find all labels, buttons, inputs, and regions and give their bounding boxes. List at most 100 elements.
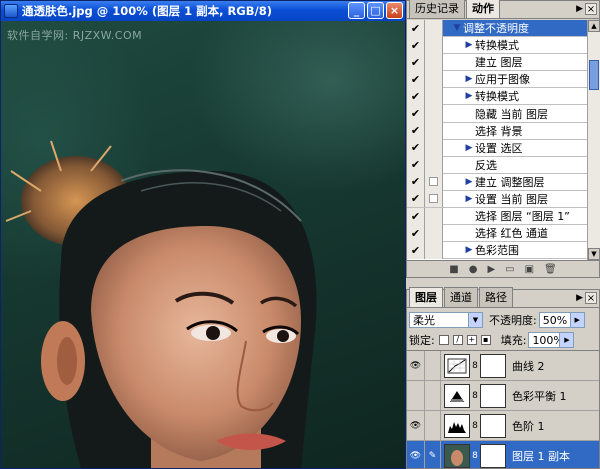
link-slot[interactable] [425,410,441,441]
checkmark-icon[interactable]: ✔ [407,105,425,123]
chain-link-icon[interactable]: 8 [470,421,480,431]
lock-image-icon[interactable]: / [452,335,463,345]
visibility-eye-icon[interactable]: 👁 [407,440,425,468]
checkmark-icon[interactable]: ✔ [407,70,425,88]
action-item[interactable]: ✔ ▶ 色彩范围 [407,241,587,260]
checkmark-icon[interactable]: ✔ [407,20,425,37]
checkmark-icon[interactable]: ✔ [407,156,425,174]
dialog-toggle-icon[interactable] [425,207,443,225]
actions-scrollbar[interactable]: ▲ ▼ [587,20,600,260]
record-icon[interactable]: ● [469,264,478,275]
action-item[interactable]: ✔ 选择 背景 [407,122,587,140]
checkmark-icon[interactable]: ✔ [407,207,425,225]
new-action-icon[interactable]: ▣ [525,264,534,275]
action-item[interactable]: ✔ ▶ 建立 调整图层 [407,173,587,191]
visibility-eye-icon[interactable]: 👁 [407,351,425,381]
action-item[interactable]: ✔ ▶ 设置 选区 [407,139,587,157]
checkmark-icon[interactable]: ✔ [407,122,425,140]
scroll-thumb[interactable] [589,60,599,90]
layer-row[interactable]: 8 色彩平衡 1 [407,380,599,411]
action-item[interactable]: ✔ ▶ 转换模式 [407,87,587,106]
checkmark-icon[interactable]: ✔ [407,190,425,208]
action-item[interactable]: ✔ 选择 图层 “图层 1” [407,207,587,226]
tab-channels[interactable]: 通道 [444,287,478,307]
dialog-toggle-icon[interactable] [425,139,443,157]
visibility-eye-icon[interactable]: 👁 [407,410,425,441]
dialog-toggle-icon[interactable] [425,122,443,140]
dialog-toggle-icon[interactable] [425,70,443,88]
maximize-button[interactable]: □ [367,2,384,19]
document-title-bar[interactable]: 通透肤色.jpg @ 100% (图层 1 副本, RGB/8) _ □ × [1,1,405,21]
dialog-toggle-icon[interactable] [425,156,443,174]
action-item[interactable]: ✔ 建立 图层 [407,53,587,72]
checkmark-icon[interactable]: ✔ [407,173,425,191]
dialog-toggle-icon[interactable] [425,190,443,208]
checkmark-icon[interactable]: ✔ [407,53,425,71]
dialog-toggle-icon[interactable] [425,87,443,105]
chain-link-icon[interactable]: 8 [470,451,480,461]
checkmark-icon[interactable]: ✔ [407,87,425,105]
stop-icon[interactable]: ■ [449,264,458,275]
action-item[interactable]: ✔ 隐藏 当前 图层 [407,105,587,123]
link-slot[interactable] [425,351,441,381]
tab-paths[interactable]: 路径 [479,287,513,307]
opacity-arrow-icon[interactable]: ▶ [569,313,584,327]
disclosure-triangle-icon[interactable]: ▶ [463,143,475,153]
layer-mask-thumbnail[interactable] [480,443,506,468]
dialog-toggle-icon[interactable] [425,224,443,242]
lock-all-icon[interactable]: ▪ [480,335,491,345]
layer-row[interactable]: 👁 8 曲线 2 [407,351,599,381]
blend-mode-select[interactable]: 柔光 ▼ [409,312,483,328]
disclosure-triangle-icon[interactable]: ▶ [463,74,475,84]
dialog-toggle-icon[interactable] [425,36,443,54]
lock-transparency-icon[interactable] [438,335,449,345]
checkmark-icon[interactable]: ✔ [407,224,425,242]
dialog-toggle-icon[interactable] [425,53,443,71]
layer-mask-thumbnail[interactable] [480,383,506,408]
minimize-button[interactable]: _ [348,2,365,19]
tab-actions[interactable]: 动作 [466,0,500,18]
brush-icon[interactable]: ✎ [425,440,441,468]
action-item[interactable]: ✔ ▶ 转换模式 [407,36,587,55]
chevron-down-icon[interactable]: ▼ [468,313,482,327]
close-button[interactable]: × [386,2,403,19]
checkmark-icon[interactable]: ✔ [407,36,425,54]
action-item[interactable]: ✔ ▶ 设置 当前 图层 [407,190,587,209]
lock-position-icon[interactable]: + [466,335,477,345]
action-item[interactable]: ✔ 选择 红色 通道 [407,224,587,243]
fill-field[interactable]: 100% ▶ [528,332,575,348]
link-slot[interactable] [425,380,441,411]
disclosure-triangle-icon[interactable]: ▶ [463,40,475,50]
action-item[interactable]: ✔ 反选 [407,156,587,174]
disclosure-triangle-icon[interactable]: ▶ [463,91,475,101]
dialog-toggle-icon[interactable] [425,241,443,259]
new-set-icon[interactable]: ▭ [505,264,514,275]
delete-icon[interactable]: 🗑 [544,264,557,275]
layer-mask-thumbnail[interactable] [480,353,506,378]
disclosure-triangle-icon[interactable]: ▼ [451,23,463,33]
dialog-toggle-icon[interactable] [425,173,443,191]
visibility-eye-icon[interactable] [407,380,425,411]
panel-menu-icon[interactable]: ▶ [576,4,583,14]
disclosure-triangle-icon[interactable]: ▶ [463,245,475,255]
scroll-down-icon[interactable]: ▼ [588,248,600,260]
checkmark-icon[interactable]: ✔ [407,139,425,157]
action-item[interactable]: ✔ ▶ 应用于图像 [407,70,587,89]
scroll-up-icon[interactable]: ▲ [588,20,600,32]
panel-close-icon[interactable]: × [585,3,597,15]
chain-link-icon[interactable]: 8 [470,361,480,371]
action-item[interactable]: ✔ ▼ 调整不透明度 [407,20,587,38]
play-icon[interactable]: ▶ [487,264,495,275]
chain-link-icon[interactable]: 8 [470,391,480,401]
layers-menu-icon[interactable]: ▶ [576,293,583,303]
tab-layers[interactable]: 图层 [409,287,443,307]
disclosure-triangle-icon[interactable]: ▶ [463,177,475,187]
layers-close-icon[interactable]: × [585,292,597,304]
checkmark-icon[interactable]: ✔ [407,241,425,259]
dialog-toggle-icon[interactable] [425,105,443,123]
dialog-toggle-icon[interactable] [425,20,443,37]
layer-mask-thumbnail[interactable] [480,413,506,438]
tab-history[interactable]: 历史记录 [409,0,465,18]
layer-row[interactable]: 👁 8 色阶 1 [407,410,599,441]
disclosure-triangle-icon[interactable]: ▶ [463,194,475,204]
